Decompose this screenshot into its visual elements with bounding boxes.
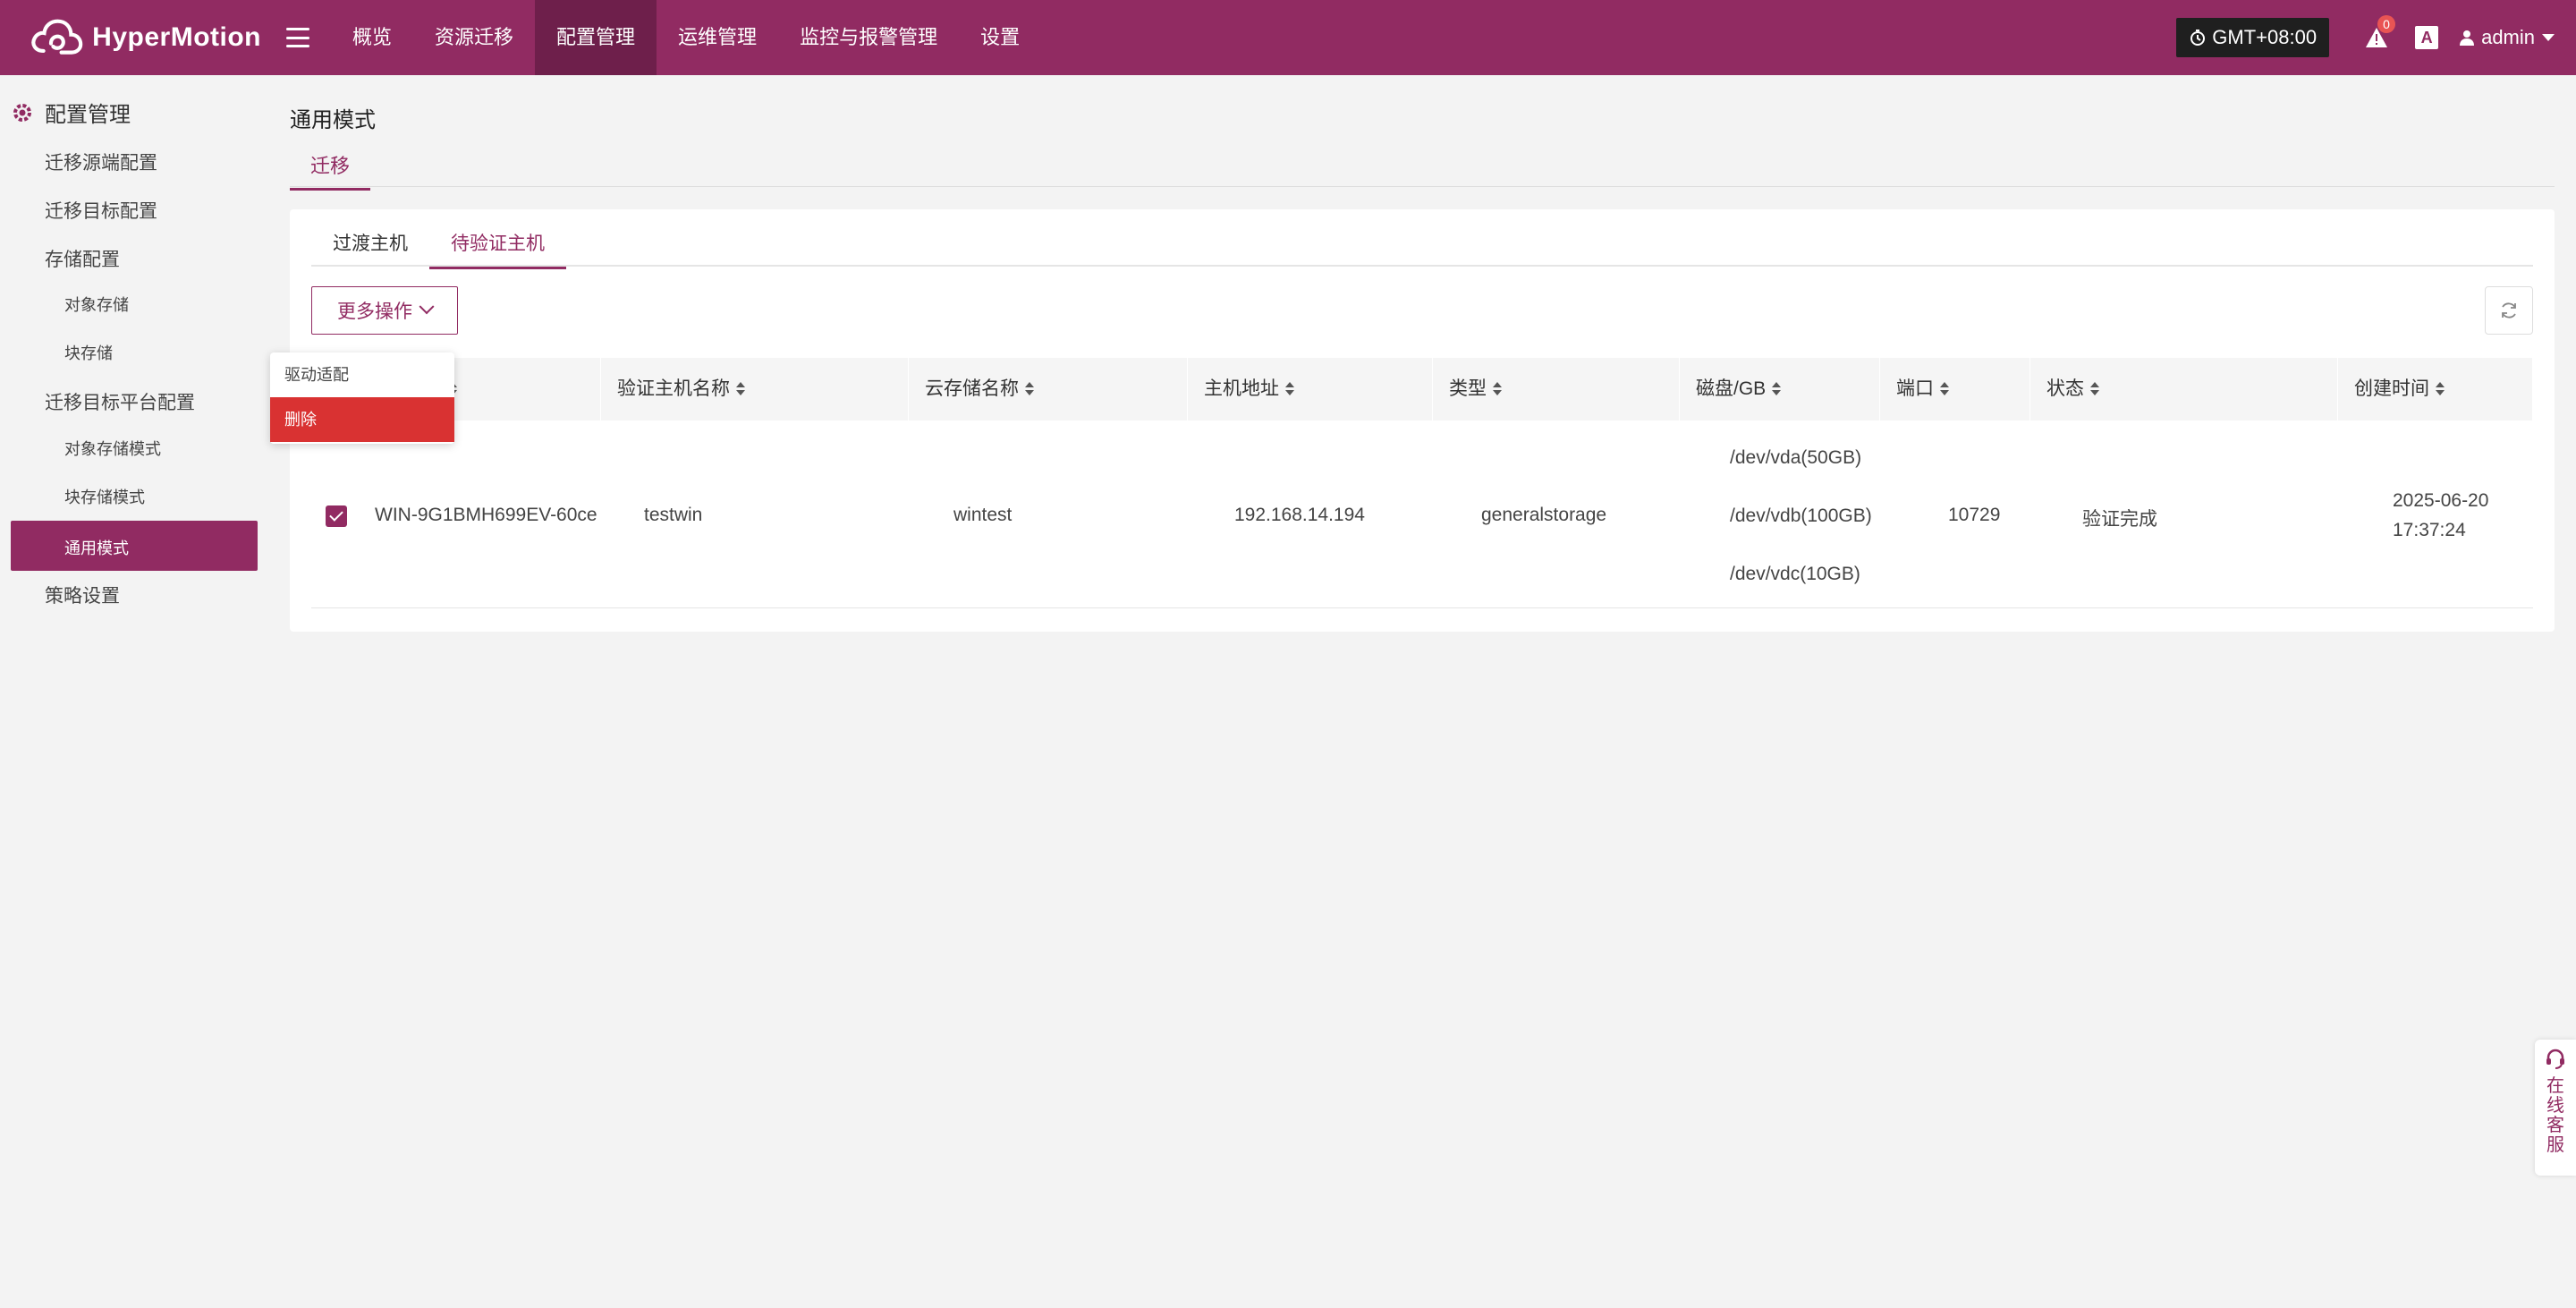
content-card: 过渡主机 待验证主机 更多操作 验证主机名称 云存储名称 主机地址 类型 磁盘/… bbox=[290, 209, 2555, 632]
cell-verify-host-name: testwin bbox=[644, 505, 703, 525]
timezone-display[interactable]: GMT+08:00 bbox=[2176, 18, 2330, 57]
sidebar-item-general-mode[interactable]: 通用模式 bbox=[11, 521, 258, 571]
sort-icon[interactable] bbox=[735, 382, 745, 396]
menu-item-delete[interactable]: 删除 bbox=[270, 397, 454, 442]
sort-icon[interactable] bbox=[1939, 382, 1949, 396]
sidebar-item-object-storage[interactable]: 对象存储 bbox=[64, 293, 129, 316]
alert-button[interactable]: 0 bbox=[2365, 15, 2396, 49]
column-created-time[interactable]: 创建时间 bbox=[2338, 358, 2533, 420]
sidebar-item-policy[interactable]: 策略设置 bbox=[45, 582, 120, 608]
chevron-down-icon bbox=[2542, 34, 2555, 41]
cell-host-address: 192.168.14.194 bbox=[1234, 505, 1365, 525]
sidebar-item-label: 通用模式 bbox=[64, 539, 129, 557]
table-header: 验证主机名称 云存储名称 主机地址 类型 磁盘/GB 端口 状态 创建时间 bbox=[311, 358, 2533, 420]
sidebar-item-target-config[interactable]: 迁移目标配置 bbox=[45, 197, 157, 224]
tab-divider bbox=[290, 186, 2555, 187]
cloud-logo-icon bbox=[31, 19, 83, 55]
column-port[interactable]: 端口 bbox=[1880, 358, 2030, 420]
page-title: 通用模式 bbox=[290, 108, 376, 132]
user-icon bbox=[2460, 30, 2475, 46]
nav-settings[interactable]: 设置 bbox=[959, 0, 1041, 75]
gear-icon bbox=[13, 103, 31, 122]
subtab-divider bbox=[311, 265, 2533, 267]
sort-icon[interactable] bbox=[1024, 382, 1034, 396]
username: admin bbox=[2481, 26, 2535, 48]
cell-type: generalstorage bbox=[1481, 505, 1607, 525]
timezone-text: GMT+08:00 bbox=[2212, 26, 2318, 48]
sidebar: 配置管理 迁移源端配置 迁移目标配置 存储配置 对象存储 块存储 迁移目标平台配… bbox=[0, 75, 268, 1308]
font-size-icon[interactable]: A bbox=[2415, 26, 2439, 49]
cell-cloud-storage: wintest bbox=[953, 505, 1013, 525]
column-type[interactable]: 类型 bbox=[1433, 358, 1680, 420]
chevron-down-icon bbox=[419, 299, 435, 315]
online-service-button[interactable]: 在线客服 bbox=[2535, 1040, 2576, 1176]
subtabs: 过渡主机 待验证主机 bbox=[311, 229, 566, 269]
app-logo[interactable]: HyperMotion bbox=[29, 11, 261, 64]
nav-config-management[interactable]: 配置管理 bbox=[535, 0, 657, 75]
column-cloud-storage[interactable]: 云存储名称 bbox=[909, 358, 1188, 420]
sort-icon[interactable] bbox=[2089, 382, 2099, 396]
cell-disk-3: /dev/vdc(10GB) bbox=[1730, 564, 1860, 584]
cell-status: 验证完成 bbox=[2082, 509, 2157, 530]
nav-monitoring-alerts[interactable]: 监控与报警管理 bbox=[778, 0, 959, 75]
sort-icon[interactable] bbox=[2435, 382, 2445, 396]
tab-transition-host[interactable]: 过渡主机 bbox=[311, 229, 429, 269]
sort-icon[interactable] bbox=[1492, 382, 1502, 396]
tab-migration[interactable]: 迁移 bbox=[290, 150, 370, 191]
sort-icon[interactable] bbox=[1771, 382, 1782, 396]
sidebar-item-source-config[interactable]: 迁移源端配置 bbox=[45, 149, 157, 175]
headset-icon bbox=[2546, 1049, 2564, 1069]
menu-toggle-icon[interactable] bbox=[286, 28, 309, 47]
cell-port: 10729 bbox=[1948, 505, 2001, 525]
cell-disk-2: /dev/vdb(100GB) bbox=[1730, 505, 1872, 526]
sort-icon[interactable] bbox=[1284, 382, 1294, 396]
online-service-label: 在线客服 bbox=[2546, 1076, 2564, 1155]
refresh-button[interactable] bbox=[2485, 286, 2533, 335]
column-status[interactable]: 状态 bbox=[2030, 358, 2338, 420]
top-navbar: HyperMotion 概览 资源迁移 配置管理 运维管理 监控与报警管理 设置… bbox=[0, 0, 2576, 75]
sidebar-item-storage-config[interactable]: 存储配置 bbox=[45, 245, 120, 272]
cell-created-time: 17:37:24 bbox=[2393, 520, 2466, 540]
sidebar-item-block-storage[interactable]: 块存储 bbox=[64, 341, 113, 364]
cell-disk-1: /dev/vda(50GB) bbox=[1730, 447, 1862, 468]
menu-item-driver-adapt[interactable]: 驱动适配 bbox=[270, 352, 454, 397]
cell-created-date: 2025-06-20 bbox=[2393, 490, 2489, 511]
nav-ops-management[interactable]: 运维管理 bbox=[657, 0, 778, 75]
more-actions-dropdown: 驱动适配 删除 bbox=[270, 352, 454, 444]
refresh-icon bbox=[2502, 302, 2516, 319]
more-actions-button[interactable]: 更多操作 bbox=[311, 286, 458, 335]
nav-resource-migration[interactable]: 资源迁移 bbox=[413, 0, 535, 75]
column-host-address[interactable]: 主机地址 bbox=[1188, 358, 1433, 420]
sidebar-item-target-platform[interactable]: 迁移目标平台配置 bbox=[45, 388, 195, 415]
row-checkbox[interactable] bbox=[326, 505, 347, 527]
sidebar-title[interactable]: 配置管理 bbox=[11, 97, 131, 128]
column-verify-host-name[interactable]: 验证主机名称 bbox=[601, 358, 909, 420]
app-name: HyperMotion bbox=[92, 22, 261, 52]
tab-pending-verification-host[interactable]: 待验证主机 bbox=[429, 229, 566, 269]
cell-host-name: WIN-9G1BMH699EV-60ce bbox=[375, 505, 597, 525]
column-disk[interactable]: 磁盘/GB bbox=[1680, 358, 1880, 420]
alert-count-badge: 0 bbox=[2377, 15, 2396, 33]
sidebar-item-block-mode[interactable]: 块存储模式 bbox=[64, 485, 145, 508]
user-menu[interactable]: admin bbox=[2458, 26, 2555, 49]
nav-overview[interactable]: 概览 bbox=[331, 0, 413, 75]
clock-icon bbox=[2190, 30, 2206, 46]
sidebar-item-object-mode[interactable]: 对象存储模式 bbox=[64, 437, 161, 460]
main-nav: 概览 资源迁移 配置管理 运维管理 监控与报警管理 设置 bbox=[331, 0, 1041, 75]
